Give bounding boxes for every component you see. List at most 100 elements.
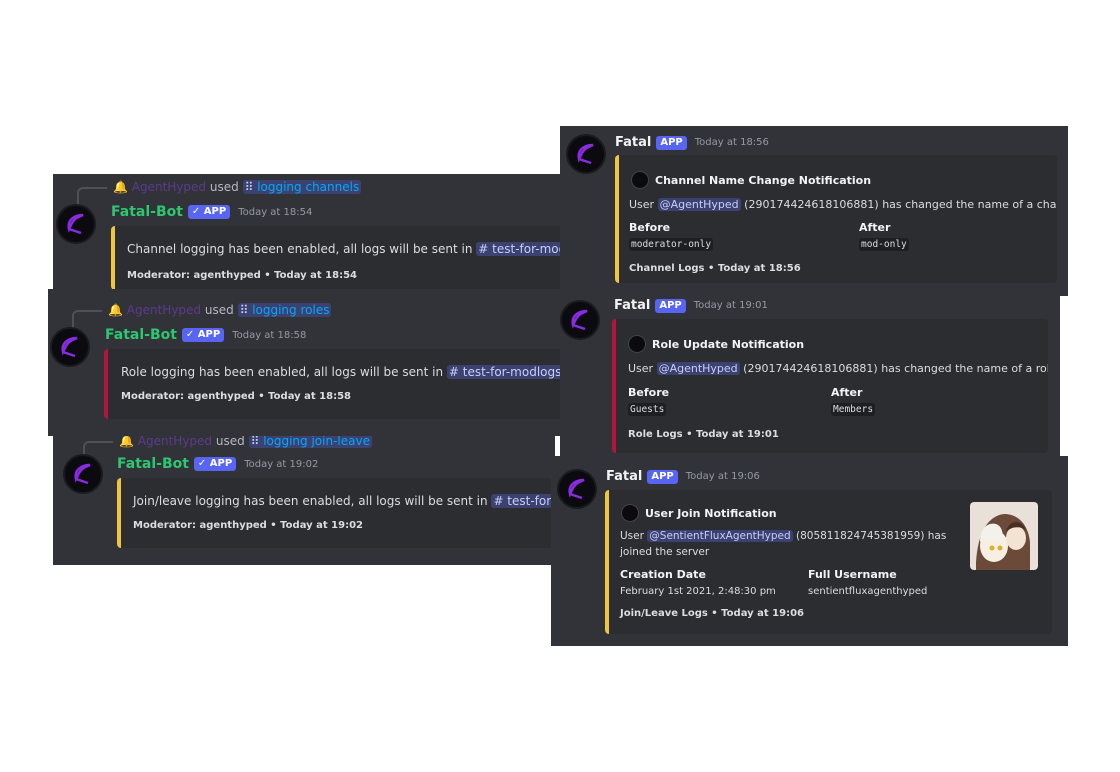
log-panel-channel-name: Fatal APP Today at 18:56 Channel Name Ch… xyxy=(560,126,1068,296)
slash-command[interactable]: ⠿ logging join-leave xyxy=(248,436,372,448)
channel-mention[interactable]: # test-for-modlogs xyxy=(476,242,563,256)
embed-title: User Join Notification xyxy=(621,504,777,522)
bot-mini-avatar-icon xyxy=(628,335,646,353)
message-panel-channels: 🔔 AgentHyped used ⠿ logging channels Fat… xyxy=(53,174,563,290)
command-name: logging channels xyxy=(257,180,360,194)
embed: Channel Name Change Notification User @A… xyxy=(615,155,1057,283)
field-creation-date-value: February 1st 2021, 2:48:30 pm xyxy=(620,586,776,597)
author-name[interactable]: Fatal-Bot xyxy=(117,456,189,472)
slash-command[interactable]: ⠿ logging channels xyxy=(242,180,362,194)
embed-footer: Role Logs • Today at 19:01 xyxy=(628,429,779,440)
embed-footer: Channel Logs • Today at 18:56 xyxy=(629,263,801,274)
log-panel-user-join: Fatal APP Today at 19:06 User Join Notif… xyxy=(551,456,1068,646)
author-name[interactable]: Fatal xyxy=(615,135,651,150)
field-before-label: Before xyxy=(629,221,671,234)
avatar[interactable] xyxy=(557,469,597,509)
embed-footer: Join/Leave Logs • Today at 19:06 xyxy=(620,608,804,619)
app-badge: APP xyxy=(655,298,686,313)
user-mention[interactable]: @AgentHyped xyxy=(656,362,740,375)
timestamp: Today at 19:06 xyxy=(685,471,760,482)
command-reply[interactable]: 🔔 AgentHyped used ⠿ logging join-leave xyxy=(83,436,372,459)
field-after-label: After xyxy=(859,221,891,234)
author-name[interactable]: Fatal xyxy=(614,298,650,313)
command-name: logging join-leave xyxy=(263,436,370,448)
message-header: Fatal-Bot ✓ APP Today at 18:54 xyxy=(111,204,312,220)
embed: User Join Notification User @SentientFlu… xyxy=(605,490,1052,634)
timestamp: Today at 18:56 xyxy=(694,137,769,148)
command-reply[interactable]: 🔔 AgentHyped used ⠿ logging roles xyxy=(72,303,332,328)
app-badge: ✓ APP xyxy=(181,328,225,342)
bell-icon: 🔔 xyxy=(108,303,123,317)
message-panel-join-leave: 🔔 AgentHyped used ⠿ logging join-leave F… xyxy=(53,436,555,565)
message-panel-roles: 🔔 AgentHyped used ⠿ logging roles Fatal-… xyxy=(48,289,568,436)
scythe-logo-icon xyxy=(74,463,91,485)
avatar[interactable] xyxy=(56,204,96,244)
embed-description: User @AgentHyped (290174424618106881) ha… xyxy=(629,198,1057,211)
avatar[interactable] xyxy=(566,134,606,174)
author-name[interactable]: Fatal xyxy=(606,469,642,484)
scythe-logo-icon xyxy=(568,478,585,500)
bot-mini-avatar-icon xyxy=(631,171,649,189)
reply-used: used xyxy=(204,303,234,317)
bell-icon: 🔔 xyxy=(113,180,128,194)
reply-username[interactable]: AgentHyped xyxy=(127,303,201,317)
field-before-value: moderator-only xyxy=(629,238,714,251)
reply-used: used xyxy=(215,436,245,448)
command-icon: ⠿ xyxy=(244,180,254,194)
field-before-label: Before xyxy=(628,386,670,399)
log-panel-role-update: Fatal APP Today at 19:01 Role Update Not… xyxy=(560,292,1060,460)
embed: Join/leave logging has been enabled, all… xyxy=(117,478,555,548)
author-name[interactable]: Fatal-Bot xyxy=(111,204,183,220)
field-after-label: After xyxy=(831,386,863,399)
scythe-logo-icon xyxy=(61,336,78,358)
scythe-logo-icon xyxy=(571,309,588,331)
embed-description: User @AgentHyped (290174424618106881) ha… xyxy=(628,362,1048,375)
message-header: Fatal-Bot ✓ APP Today at 19:02 xyxy=(117,456,318,472)
bell-icon: 🔔 xyxy=(119,436,134,448)
field-before-value: Guests xyxy=(628,403,667,416)
field-full-username-value: sentientfluxagenthyped xyxy=(808,586,928,597)
scythe-logo-icon xyxy=(67,213,84,235)
command-reply[interactable]: 🔔 AgentHyped used ⠿ logging channels xyxy=(77,180,362,205)
embed-text: Channel logging has been enabled, all lo… xyxy=(127,242,563,256)
message-header: Fatal APP Today at 18:56 xyxy=(615,135,769,150)
embed: Role Update Notification User @AgentHype… xyxy=(612,319,1048,453)
field-after-value: Members xyxy=(831,403,876,416)
avatar[interactable] xyxy=(63,454,103,494)
app-badge: APP xyxy=(647,469,678,484)
timestamp: Today at 18:54 xyxy=(238,206,313,218)
avatar[interactable] xyxy=(50,327,90,367)
message-header: Fatal-Bot ✓ APP Today at 18:58 xyxy=(105,327,306,343)
avatar[interactable] xyxy=(560,300,600,340)
author-name[interactable]: Fatal-Bot xyxy=(105,327,177,343)
message-header: Fatal APP Today at 19:01 xyxy=(614,298,768,313)
field-after-value: mod-only xyxy=(859,238,909,251)
slash-command[interactable]: ⠿ logging roles xyxy=(237,303,332,317)
embed-description: User @SentientFluxAgentHyped (8058118247… xyxy=(620,530,947,542)
field-full-username-label: Full Username xyxy=(808,568,897,581)
user-mention[interactable]: @SentientFluxAgentHyped xyxy=(647,530,793,542)
timestamp: Today at 19:01 xyxy=(693,300,768,311)
embed-footer: Moderator: agenthyped • Today at 18:58 xyxy=(121,391,351,402)
app-badge: APP xyxy=(656,135,687,150)
embed-text: Role logging has been enabled, all logs … xyxy=(121,365,562,379)
command-icon: ⠿ xyxy=(250,436,260,448)
message-header: Fatal APP Today at 19:06 xyxy=(606,469,760,484)
reply-username[interactable]: AgentHyped xyxy=(138,436,212,448)
bot-mini-avatar-icon xyxy=(621,504,639,522)
embed-text: Join/leave logging has been enabled, all… xyxy=(133,494,555,508)
app-badge: ✓ APP xyxy=(193,457,237,471)
channel-mention[interactable]: # test-for-modlogs xyxy=(446,365,562,379)
command-icon: ⠿ xyxy=(239,303,249,317)
user-mention[interactable]: @AgentHyped xyxy=(657,198,741,211)
reply-username[interactable]: AgentHyped xyxy=(132,180,206,194)
channel-mention[interactable]: # test-for-modlogs xyxy=(491,494,555,508)
user-avatar-thumbnail[interactable] xyxy=(970,502,1038,570)
embed: Channel logging has been enabled, all lo… xyxy=(111,226,563,290)
embed-description-line2: joined the server xyxy=(620,546,710,558)
embed: Role logging has been enabled, all logs … xyxy=(104,349,562,419)
field-creation-date-label: Creation Date xyxy=(620,568,706,581)
embed-footer: Moderator: agenthyped • Today at 19:02 xyxy=(133,520,363,531)
embed-footer: Moderator: agenthyped • Today at 18:54 xyxy=(127,270,357,281)
embed-title: Channel Name Change Notification xyxy=(631,171,871,189)
